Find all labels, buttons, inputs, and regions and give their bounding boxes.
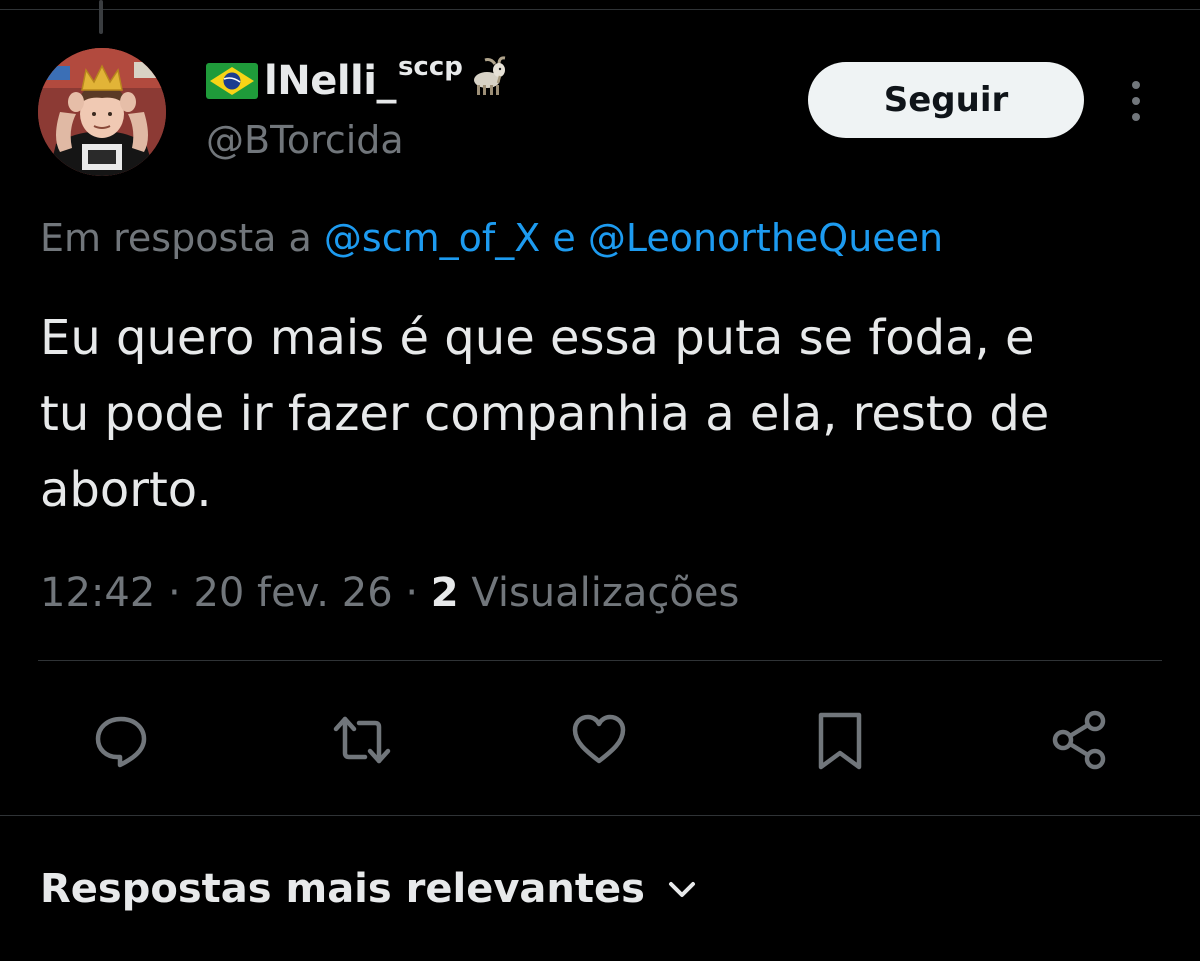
- brazil-flag-icon: [206, 63, 258, 99]
- top-divider: [0, 9, 1200, 10]
- share-button[interactable]: [1048, 708, 1112, 772]
- author-name-row[interactable]: lNelli_ sccp: [206, 52, 511, 106]
- follow-button[interactable]: Seguir: [808, 62, 1084, 138]
- mention-link[interactable]: @LeonortheQueen: [588, 216, 943, 260]
- author-name-suffix: sccp: [397, 52, 463, 82]
- avatar-image: [38, 48, 166, 176]
- author-display-name: lNelli_: [264, 58, 396, 104]
- divider: [0, 815, 1200, 816]
- tweet-meta: 12:42 · 20 fev. 26 · 2 Visualizações: [40, 570, 739, 616]
- replies-sort-selector[interactable]: Respostas mais relevantes: [40, 866, 699, 912]
- share-icon: [1052, 710, 1106, 770]
- bookmark-button[interactable]: [808, 708, 872, 772]
- views-label: Visualizações: [471, 570, 740, 616]
- bookmark-icon: [818, 712, 862, 770]
- reply-context-prefix: Em resposta a: [40, 216, 312, 260]
- retweet-button[interactable]: [330, 708, 394, 772]
- sort-label: Respostas mais relevantes: [40, 866, 645, 912]
- divider: [38, 660, 1162, 661]
- author-handle[interactable]: @BTorcida: [206, 118, 404, 162]
- meta-separator: ·: [405, 570, 419, 616]
- chevron-down-icon: [668, 882, 695, 897]
- tweet-date[interactable]: 20 fev. 26: [193, 570, 392, 616]
- avatar[interactable]: [38, 48, 166, 176]
- like-icon: [572, 714, 626, 764]
- views-count: 2: [430, 570, 459, 616]
- reply-context-joiner: e: [552, 216, 576, 260]
- retweet-icon: [333, 716, 391, 764]
- tweet-text: Eu quero mais é que essa puta se foda, e…: [40, 310, 1050, 518]
- goat-icon: [473, 56, 506, 95]
- reply-button[interactable]: [89, 708, 153, 772]
- reply-icon: [95, 716, 147, 768]
- mention-link[interactable]: @scm_of_X: [324, 216, 540, 260]
- like-button[interactable]: [567, 708, 631, 772]
- more-options-icon[interactable]: [1116, 78, 1156, 124]
- thread-connector-line: [99, 0, 103, 34]
- meta-separator: ·: [168, 570, 181, 616]
- reply-context: Em resposta a @scm_of_X e @LeonortheQuee…: [40, 216, 943, 260]
- tweet-time[interactable]: 12:42: [40, 570, 155, 616]
